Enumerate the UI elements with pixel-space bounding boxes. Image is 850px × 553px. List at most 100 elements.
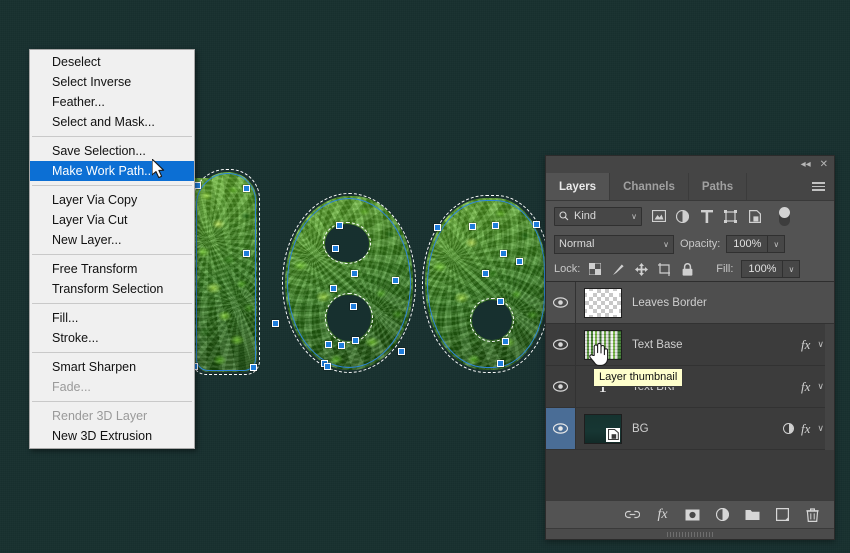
path-anchor[interactable] [469, 223, 476, 230]
lock-artboard-nesting-icon[interactable] [657, 262, 671, 276]
menu-item-fill[interactable]: Fill... [30, 308, 194, 328]
path-anchor[interactable] [330, 285, 337, 292]
path-anchor[interactable] [325, 341, 332, 348]
path-anchor[interactable] [250, 364, 257, 371]
layer-visibility-toggle[interactable] [546, 324, 576, 365]
menu-item-save-selection[interactable]: Save Selection... [30, 141, 194, 161]
new-layer-icon[interactable] [775, 507, 790, 522]
lock-row[interactable]: Lock: [546, 257, 834, 281]
smart-object-filter-icon[interactable] [747, 209, 762, 224]
blend-mode-row[interactable]: Normal ∨ Opacity: 100% ∨ [546, 231, 834, 257]
layer-visibility-toggle[interactable] [546, 282, 576, 323]
menu-item-layer-via-copy[interactable]: Layer Via Copy [30, 190, 194, 210]
opacity-chevron-icon[interactable]: ∨ [768, 235, 785, 253]
blend-mode-select[interactable]: Normal ∨ [554, 235, 674, 254]
tab-paths[interactable]: Paths [689, 173, 747, 200]
menu-item-layer-via-cut[interactable]: Layer Via Cut [30, 210, 194, 230]
lock-position-icon[interactable] [634, 262, 648, 276]
chevron-down-icon[interactable]: ∨ [817, 423, 824, 434]
path-anchor[interactable] [243, 250, 250, 257]
chevron-down-icon[interactable]: ∨ [631, 212, 637, 221]
layer-mask-icon[interactable] [783, 423, 794, 434]
collapse-panel-icon[interactable]: ◂◂ [801, 160, 811, 170]
lock-transparent-pixels-icon[interactable] [588, 262, 602, 276]
menu-item-new-layer[interactable]: New Layer... [30, 230, 194, 250]
path-anchor[interactable] [351, 270, 358, 277]
layers-panel[interactable]: ◂◂ ✕ Layers Channels Paths Kind ∨ [545, 155, 835, 540]
menu-item-deselect[interactable]: Deselect [30, 52, 194, 72]
menu-item-make-work-path[interactable]: Make Work Path... [30, 161, 194, 181]
add-layer-mask-icon[interactable] [685, 507, 700, 522]
path-anchor[interactable] [492, 222, 499, 229]
type-layer-filter-icon[interactable] [699, 209, 714, 224]
adjustment-layer-filter-icon[interactable] [675, 209, 690, 224]
delete-layer-icon[interactable] [805, 507, 820, 522]
opacity-input[interactable]: 100% [726, 235, 768, 253]
chevron-down-icon[interactable]: ∨ [817, 339, 824, 350]
layer-thumbnail[interactable] [584, 288, 622, 318]
layers-list[interactable]: Leaves Border Text Base fx ∨ [546, 281, 834, 500]
path-anchor[interactable] [533, 221, 540, 228]
close-panel-icon[interactable]: ✕ [820, 160, 828, 170]
filter-kind-select[interactable]: Kind ∨ [554, 207, 642, 226]
layers-panel-footer[interactable]: fx [546, 500, 834, 528]
path-anchor[interactable] [434, 224, 441, 231]
add-layer-style-icon[interactable]: fx [655, 507, 670, 522]
path-anchor[interactable] [194, 182, 201, 189]
panel-resize-grip[interactable] [546, 528, 834, 539]
lock-all-icon[interactable] [680, 262, 694, 276]
menu-item-feather[interactable]: Feather... [30, 92, 194, 112]
tab-channels[interactable]: Channels [610, 173, 689, 200]
chevron-down-icon[interactable]: ∨ [663, 240, 669, 249]
path-anchor[interactable] [482, 270, 489, 277]
layer-name[interactable]: BG [632, 423, 649, 435]
new-adjustment-layer-icon[interactable] [715, 507, 730, 522]
path-anchor[interactable] [500, 250, 507, 257]
path-anchor[interactable] [497, 360, 504, 367]
layer-thumbnail[interactable] [584, 330, 622, 360]
layer-row[interactable]: T Text BKP fx ∨ [546, 366, 834, 408]
selection-context-menu[interactable]: Deselect Select Inverse Feather... Selec… [29, 49, 195, 449]
layer-effects-icon[interactable]: fx [801, 337, 810, 353]
layer-row[interactable]: Text Base fx ∨ [546, 324, 834, 366]
link-layers-icon[interactable] [625, 507, 640, 522]
panel-tab-strip[interactable]: Layers Channels Paths [546, 173, 834, 201]
tab-layers[interactable]: Layers [546, 173, 610, 200]
layers-vertical-scrollbar[interactable] [825, 324, 834, 450]
new-group-icon[interactable] [745, 507, 760, 522]
layer-effects-icon[interactable]: fx [801, 421, 810, 437]
layer-row[interactable]: Leaves Border [546, 282, 834, 324]
menu-item-select-and-mask[interactable]: Select and Mask... [30, 112, 194, 132]
path-anchor[interactable] [497, 298, 504, 305]
path-anchor[interactable] [324, 363, 331, 370]
filter-icon-group[interactable] [651, 207, 790, 226]
menu-item-smart-sharpen[interactable]: Smart Sharpen [30, 357, 194, 377]
path-anchor[interactable] [338, 342, 345, 349]
shape-layer-filter-icon[interactable] [723, 209, 738, 224]
menu-item-new-3d-extrusion[interactable]: New 3D Extrusion [30, 426, 194, 446]
path-anchor[interactable] [350, 303, 357, 310]
path-anchor[interactable] [398, 348, 405, 355]
layer-filter-row[interactable]: Kind ∨ [546, 201, 834, 231]
menu-item-select-inverse[interactable]: Select Inverse [30, 72, 194, 92]
pixel-layer-filter-icon[interactable] [651, 209, 666, 224]
lock-image-pixels-icon[interactable] [611, 262, 625, 276]
layer-row[interactable]: BG fx ∨ [546, 408, 834, 450]
path-anchor[interactable] [336, 222, 343, 229]
layer-visibility-toggle[interactable] [546, 408, 576, 449]
path-anchor[interactable] [243, 185, 250, 192]
layer-visibility-toggle[interactable] [546, 366, 576, 407]
layer-name[interactable]: Leaves Border [632, 297, 707, 309]
panel-menu-icon[interactable] [803, 173, 834, 200]
path-anchor[interactable] [502, 338, 509, 345]
menu-item-free-transform[interactable]: Free Transform [30, 259, 194, 279]
fill-input[interactable]: 100% [741, 260, 783, 278]
layer-effects-icon[interactable]: fx [801, 379, 810, 395]
path-anchor[interactable] [392, 277, 399, 284]
layer-thumbnail[interactable] [584, 414, 622, 444]
path-anchor[interactable] [516, 258, 523, 265]
path-anchor[interactable] [352, 337, 359, 344]
path-anchor[interactable] [272, 320, 279, 327]
menu-item-stroke[interactable]: Stroke... [30, 328, 194, 348]
menu-item-transform-selection[interactable]: Transform Selection [30, 279, 194, 299]
